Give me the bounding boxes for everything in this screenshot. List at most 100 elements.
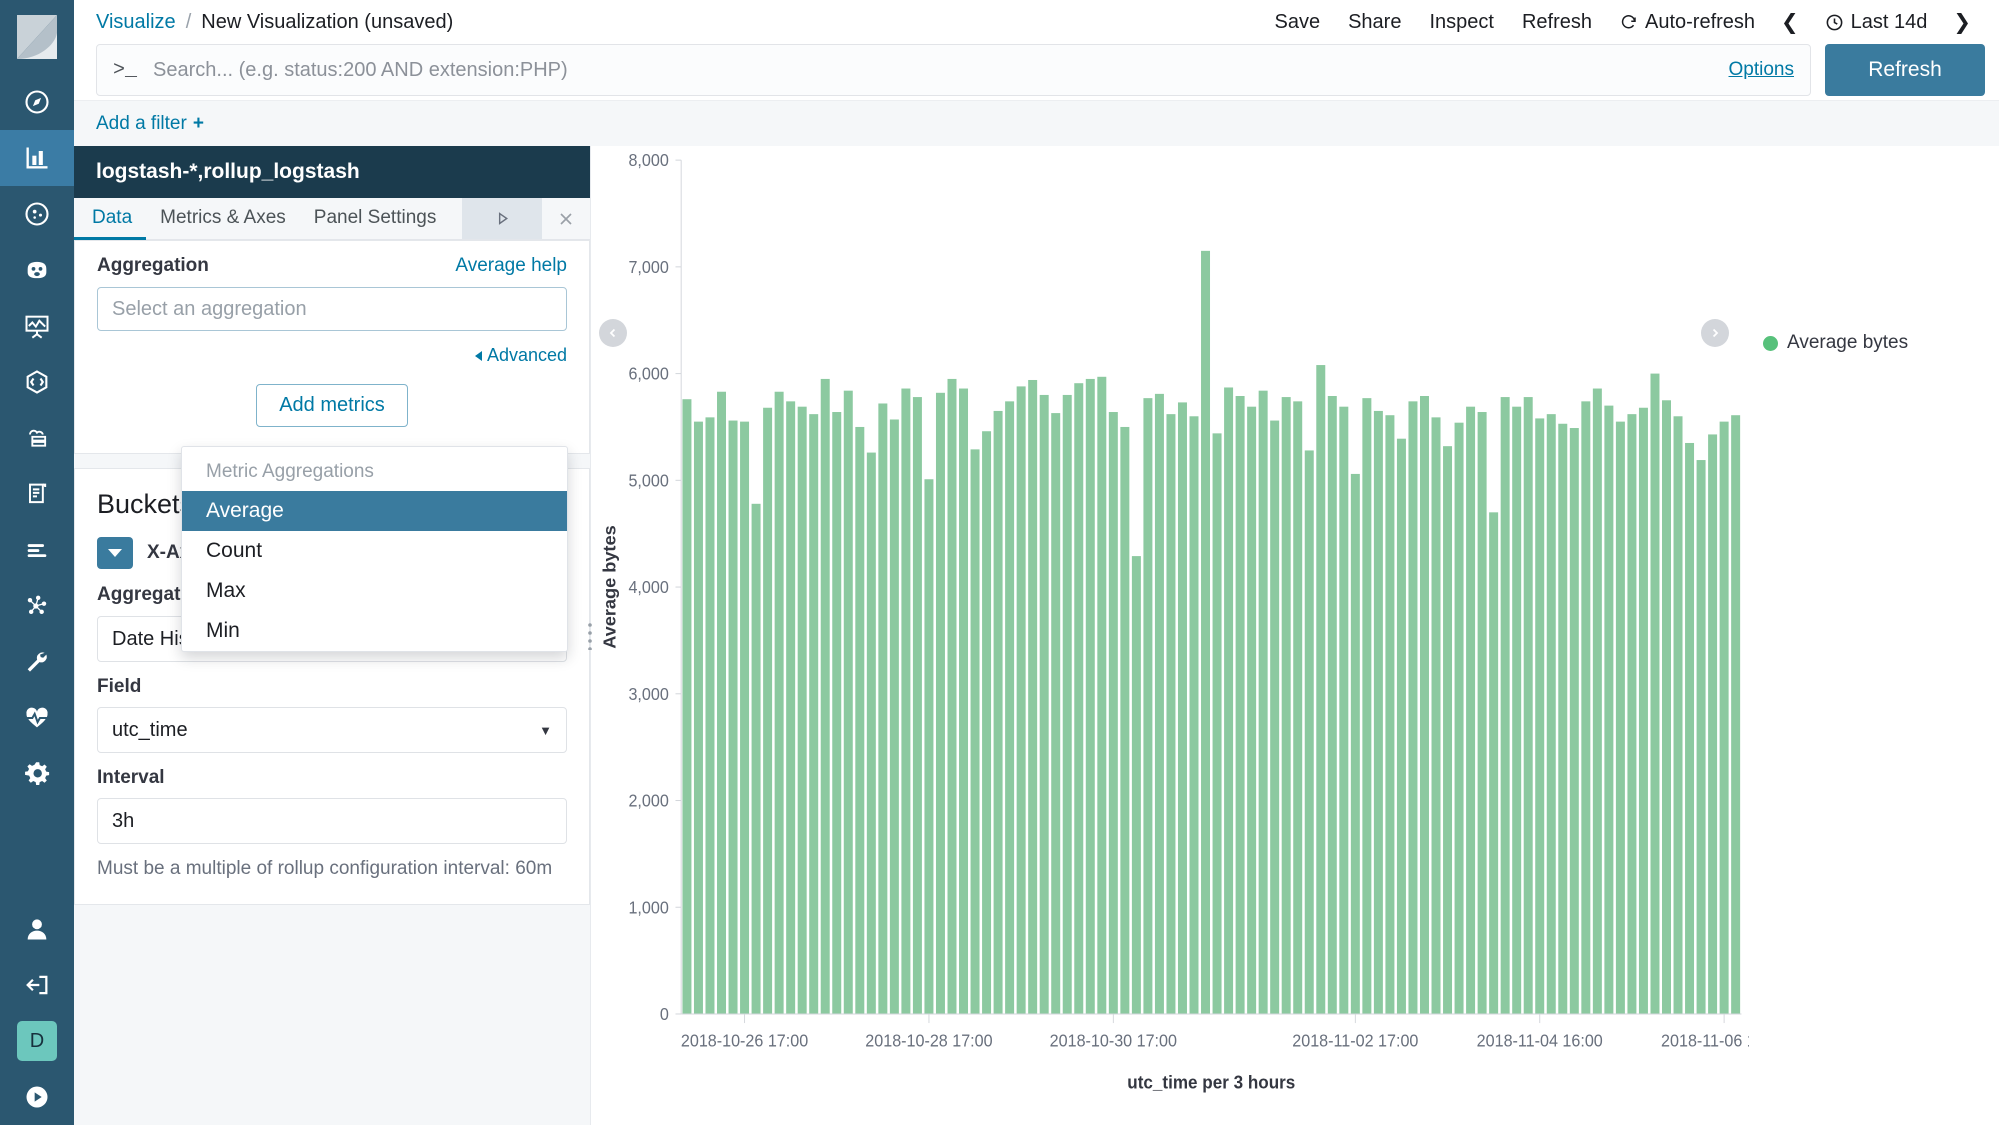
nav-item-collapse-nav[interactable] [0,1069,74,1125]
editor-scroll-area: Aggregation Average help Select an aggre… [74,240,590,1125]
svg-text:2018-10-26 17:00: 2018-10-26 17:00 [681,1031,808,1051]
search-input-placeholder: Search... (e.g. status:200 AND extension… [153,59,1713,82]
breadcrumb-current: New Visualization (unsaved) [201,11,453,34]
auto-refresh-button[interactable]: Auto-refresh [1606,11,1769,34]
legend-label: Average bytes [1787,332,1908,354]
interval-hint: Must be a multiple of rollup configurati… [97,856,567,882]
interval-value: 3h [112,810,134,833]
svg-text:2018-10-28 17:00: 2018-10-28 17:00 [865,1031,992,1051]
svg-text:7,000: 7,000 [628,257,668,277]
inspect-button[interactable]: Inspect [1415,11,1507,34]
add-metrics-button[interactable]: Add metrics [256,384,408,427]
breadcrumb-separator: / [186,11,192,34]
filter-bar: Add a filter + [74,100,1999,146]
search-input[interactable]: >_ Search... (e.g. status:200 AND extens… [96,44,1811,96]
breadcrumb: Visualize / New Visualization (unsaved) [96,11,453,34]
breadcrumb-visualize-link[interactable]: Visualize [96,11,176,34]
svg-text:8,000: 8,000 [628,151,668,171]
dropdown-option-max[interactable]: Max [182,571,567,611]
apply-changes-button[interactable] [462,198,542,239]
chart-legend: Average bytes [1749,146,1999,1125]
query-options-link[interactable]: Options [1729,59,1794,81]
tab-panel-settings[interactable]: Panel Settings [300,198,451,240]
svg-text:utc_time per 3 hours: utc_time per 3 hours [1127,1072,1295,1093]
kibana-logo-icon[interactable] [0,0,74,74]
svg-text:2,000: 2,000 [628,791,668,811]
nav-item-uptime[interactable] [0,522,74,578]
triangle-left-icon [475,351,482,361]
dropdown-option-min[interactable]: Min [182,611,567,651]
nav-item-monitoring[interactable] [0,690,74,746]
plus-icon: + [193,113,204,135]
time-range-label: Last 14d [1851,11,1928,34]
time-prev-icon[interactable]: ❮ [1769,10,1811,35]
metrics-panel: Aggregation Average help Select an aggre… [74,240,590,454]
nav-item-infrastructure[interactable] [0,410,74,466]
field-select[interactable]: utc_time ▼ [97,707,567,753]
interval-input[interactable]: 3h [97,798,567,844]
visualization-area: 01,0002,0003,0004,0005,0006,0007,0008,00… [590,146,1999,1125]
nav-item-space[interactable]: D [0,1013,74,1069]
nav-item-devtools[interactable] [0,634,74,690]
auto-refresh-label: Auto-refresh [1645,11,1755,34]
svg-text:3,000: 3,000 [628,684,668,704]
submit-refresh-button[interactable]: Refresh [1825,44,1985,96]
vis-editor-sidebar: logstash-*,rollup_logstash Data Metrics … [74,146,590,1125]
average-help-link[interactable]: Average help [455,255,567,277]
add-filter-label: Add a filter [96,113,187,135]
save-button[interactable]: Save [1261,11,1335,34]
kibana-visualize-app: D Visualize / New Visualization (unsaved… [0,0,1999,1125]
add-metrics-wrap: Add metrics [97,384,567,427]
metric-aggregation-label: Aggregation [97,255,209,277]
nav-item-timelion[interactable] [0,242,74,298]
prompt-icon: >_ [113,59,137,82]
nav-item-apm[interactable] [0,354,74,410]
nav-item-graph[interactable] [0,578,74,634]
editor-tab-actions [462,198,590,239]
svg-text:0: 0 [660,1005,669,1025]
svg-text:1,000: 1,000 [628,898,668,918]
aggregation-dropdown[interactable]: Metric Aggregations Average Count Max Mi… [181,446,568,652]
nav-item-logout[interactable] [0,957,74,1013]
nav-item-logs[interactable] [0,466,74,522]
svg-text:2018-11-04 16:00: 2018-11-04 16:00 [1477,1031,1603,1051]
nav-item-management[interactable] [0,746,74,802]
nav-item-canvas[interactable] [0,298,74,354]
nav-item-discover[interactable] [0,74,74,130]
time-range-picker[interactable]: Last 14d [1811,11,1942,34]
advanced-toggle[interactable]: Advanced [97,345,567,366]
aggregation-select[interactable]: Select an aggregation [97,287,567,331]
top-nav-actions: Save Share Inspect Refresh Auto-refresh … [1261,10,1999,35]
svg-text:2018-10-30 17:00: 2018-10-30 17:00 [1050,1031,1177,1051]
field-value: utc_time [112,719,188,742]
clock-icon [1825,13,1844,32]
svg-text:2018-11-06 16:00: 2018-11-06 16:00 [1661,1031,1749,1051]
average-bytes-bar-chart[interactable]: 01,0002,0003,0004,0005,0006,0007,0008,00… [591,146,1749,1125]
add-filter-button[interactable]: Add a filter + [96,113,204,135]
editor-tabs: Data Metrics & Axes Panel Settings [74,198,590,240]
nav-item-dashboard[interactable] [0,186,74,242]
close-x-icon [556,209,576,229]
interval-label: Interval [97,767,567,789]
svg-text:Average bytes: Average bytes [600,525,619,649]
global-nav-sidebar: D [0,0,74,1125]
discard-changes-button[interactable] [542,198,590,239]
sidebar-resize-handle[interactable] [581,616,599,656]
space-avatar: D [17,1021,57,1061]
refresh-button[interactable]: Refresh [1508,11,1606,34]
legend-color-swatch [1763,336,1778,351]
svg-text:2018-11-02 17:00: 2018-11-02 17:00 [1292,1031,1418,1051]
share-button[interactable]: Share [1334,11,1415,34]
svg-text:5,000: 5,000 [628,471,668,491]
nav-item-user[interactable] [0,901,74,957]
dropdown-option-average[interactable]: Average [182,491,567,531]
time-next-icon[interactable]: ❯ [1941,10,1983,35]
legend-item-average-bytes[interactable]: Average bytes [1763,332,1999,354]
tab-data[interactable]: Data [74,198,146,240]
advanced-label: Advanced [487,345,567,366]
nav-item-visualize[interactable] [0,130,74,186]
tab-metrics-axes[interactable]: Metrics & Axes [146,198,300,240]
bucket-collapse-button[interactable] [97,537,133,569]
dropdown-option-count[interactable]: Count [182,531,567,571]
chart-plot-wrapper: 01,0002,0003,0004,0005,0006,0007,0008,00… [591,146,1749,1125]
